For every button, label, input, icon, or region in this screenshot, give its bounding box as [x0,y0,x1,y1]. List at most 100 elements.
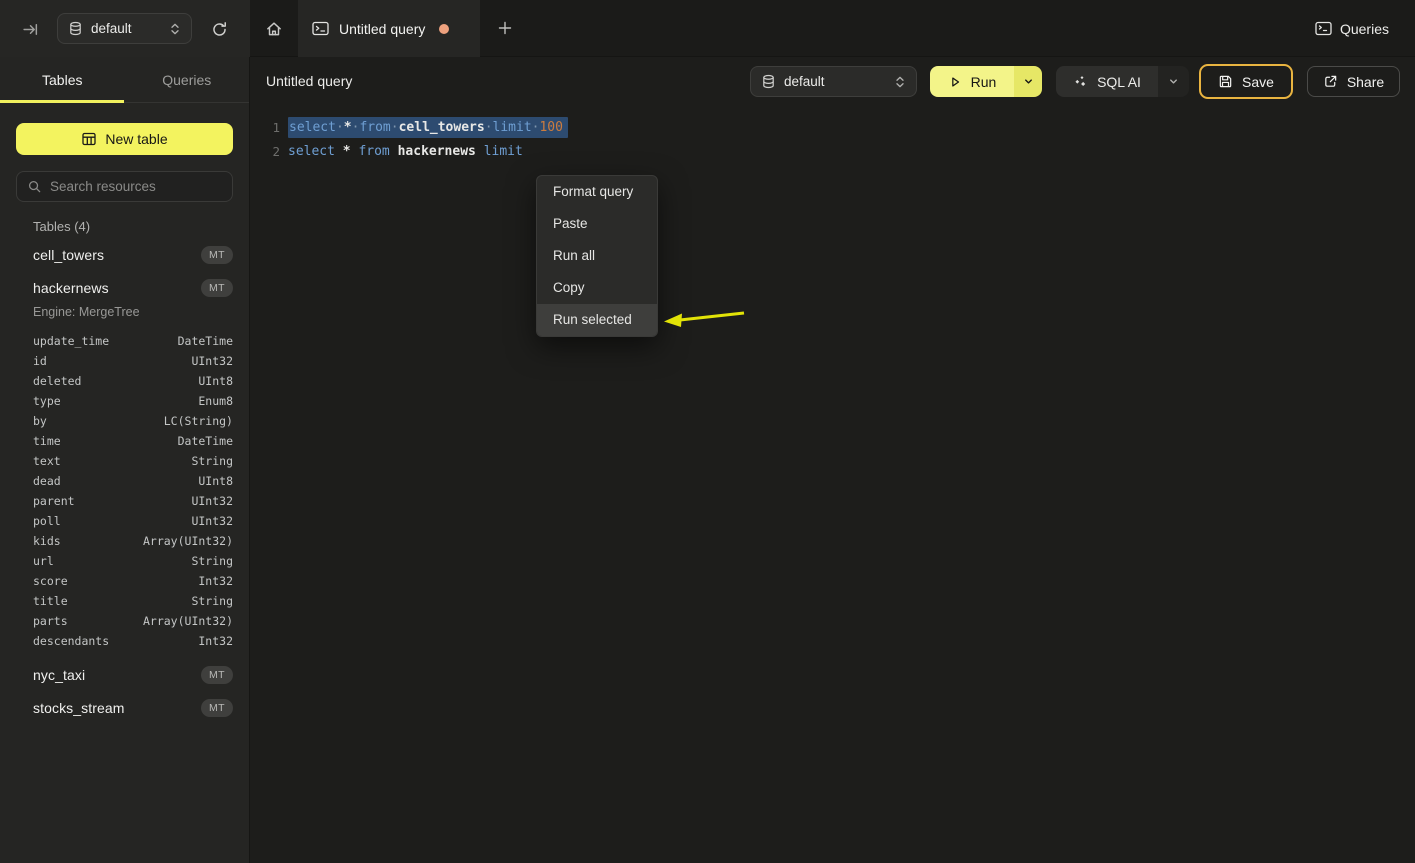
column-type: Array(UInt32) [143,614,233,628]
column-type: String [191,594,233,608]
run-label: Run [971,74,997,90]
column-row[interactable]: scoreInt32 [0,571,250,591]
engine-detail: Engine: MergeTree [33,305,140,319]
chevron-down-icon [1168,76,1179,87]
column-name: by [33,414,164,428]
column-type: Enum8 [198,394,233,408]
column-type: String [191,454,233,468]
share-label: Share [1347,74,1384,90]
tables-section-header: Tables (4) [33,219,90,234]
new-table-label: New table [105,131,167,147]
menu-item-copy[interactable]: Copy [537,272,657,304]
sidebar: Tables Queries New table Tables (4 [0,57,250,863]
chevron-down-icon [1023,76,1034,87]
search-input[interactable] [50,179,227,194]
editor-context-menu: Format query Paste Run all Copy Run sele… [536,175,658,337]
menu-item-run-all[interactable]: Run all [537,240,657,272]
column-name: parts [33,614,143,628]
database-icon [761,74,776,89]
topbar-database-selector[interactable]: default [57,13,192,44]
column-name: dead [33,474,198,488]
column-name: parent [33,494,191,508]
table-name: hackernews [33,280,201,296]
sql-editor[interactable]: 1 select·*·from·cell_towers·limit·100 2 … [250,105,1415,863]
column-row[interactable]: titleString [0,591,250,611]
column-row[interactable]: parentUInt32 [0,491,250,511]
column-row[interactable]: byLC(String) [0,411,250,431]
column-row[interactable]: urlString [0,551,250,571]
column-row[interactable]: idUInt32 [0,351,250,371]
topbar-database-value: default [91,21,169,36]
column-type: UInt32 [191,514,233,528]
share-icon [1323,74,1338,89]
column-row[interactable]: pollUInt32 [0,511,250,531]
run-button-main[interactable]: Run [930,66,1014,97]
menu-item-run-selected[interactable]: Run selected [537,304,657,336]
column-row[interactable]: deletedUInt8 [0,371,250,391]
column-row[interactable]: kidsArray(UInt32) [0,531,250,551]
save-label: Save [1242,74,1274,90]
chevron-updown-icon [894,75,906,89]
selected-sql-text: select·*·from·cell_towers·limit·100 [288,117,568,138]
menu-item-paste[interactable]: Paste [537,208,657,240]
engine-badge: MT [201,279,233,297]
column-type: LC(String) [164,414,233,428]
sql-ai-main[interactable]: SQL AI [1056,66,1158,97]
new-tab-button[interactable] [489,12,521,44]
home-icon [265,20,283,38]
save-icon [1218,74,1233,89]
table-grid-icon [81,131,97,147]
column-type: Int32 [198,634,233,648]
collapse-sidebar-icon [22,21,39,38]
column-type: Array(UInt32) [143,534,233,548]
sidebar-tab-tables[interactable]: Tables [0,57,125,102]
editor-line-2[interactable]: 2 select * from hackernews limit [250,139,523,163]
home-tab-button[interactable] [256,0,292,57]
table-row-stocks-stream[interactable]: stocks_stream MT [0,692,250,724]
query-database-value: default [784,74,894,89]
column-row[interactable]: partsArray(UInt32) [0,611,250,631]
table-row-nyc-taxi[interactable]: nyc_taxi MT [0,659,250,691]
editor-line-1[interactable]: 1 select·*·from·cell_towers·limit·100 [250,115,568,139]
database-icon [68,21,83,36]
collapse-sidebar-button[interactable] [14,13,46,45]
save-button[interactable]: Save [1199,64,1293,99]
tab-untitled-query[interactable]: Untitled query [298,0,480,57]
column-row[interactable]: timeDateTime [0,431,250,451]
sql-ai-dropdown[interactable] [1158,66,1189,97]
column-row[interactable]: update_timeDateTime [0,331,250,351]
run-dropdown[interactable] [1014,66,1042,97]
menu-item-format-query[interactable]: Format query [537,176,657,208]
column-name: type [33,394,198,408]
share-button[interactable]: Share [1307,66,1400,97]
table-row-hackernews[interactable]: hackernews MT [0,272,250,304]
search-icon [27,179,42,194]
topbar-queries-button[interactable]: Queries [1315,0,1389,57]
refresh-button[interactable] [203,13,235,45]
engine-badge: MT [201,246,233,264]
column-name: descendants [33,634,198,648]
tab-label: Untitled query [339,21,425,37]
column-row[interactable]: textString [0,451,250,471]
column-row[interactable]: descendantsInt32 [0,631,250,651]
sql-ai-button[interactable]: SQL AI [1056,66,1189,97]
query-database-selector[interactable]: default [750,66,917,97]
column-row[interactable]: deadUInt8 [0,471,250,491]
column-row[interactable]: typeEnum8 [0,391,250,411]
column-name: kids [33,534,143,548]
table-row-cell-towers[interactable]: cell_towers MT [0,239,250,271]
queries-icon [1315,21,1332,36]
table-name: nyc_taxi [33,667,201,683]
sidebar-tabs: Tables Queries [0,57,249,103]
top-bar: default [0,0,1415,57]
column-name: time [33,434,178,448]
sidebar-tab-queries[interactable]: Queries [125,57,250,102]
unsaved-changes-dot [439,24,449,34]
annotation-arrow [660,305,752,331]
new-table-button[interactable]: New table [16,123,233,155]
query-pane: Untitled query default [250,57,1415,863]
refresh-icon [211,21,228,38]
column-type: DateTime [178,434,233,448]
query-title: Untitled query [266,57,352,105]
run-button[interactable]: Run [930,66,1042,97]
